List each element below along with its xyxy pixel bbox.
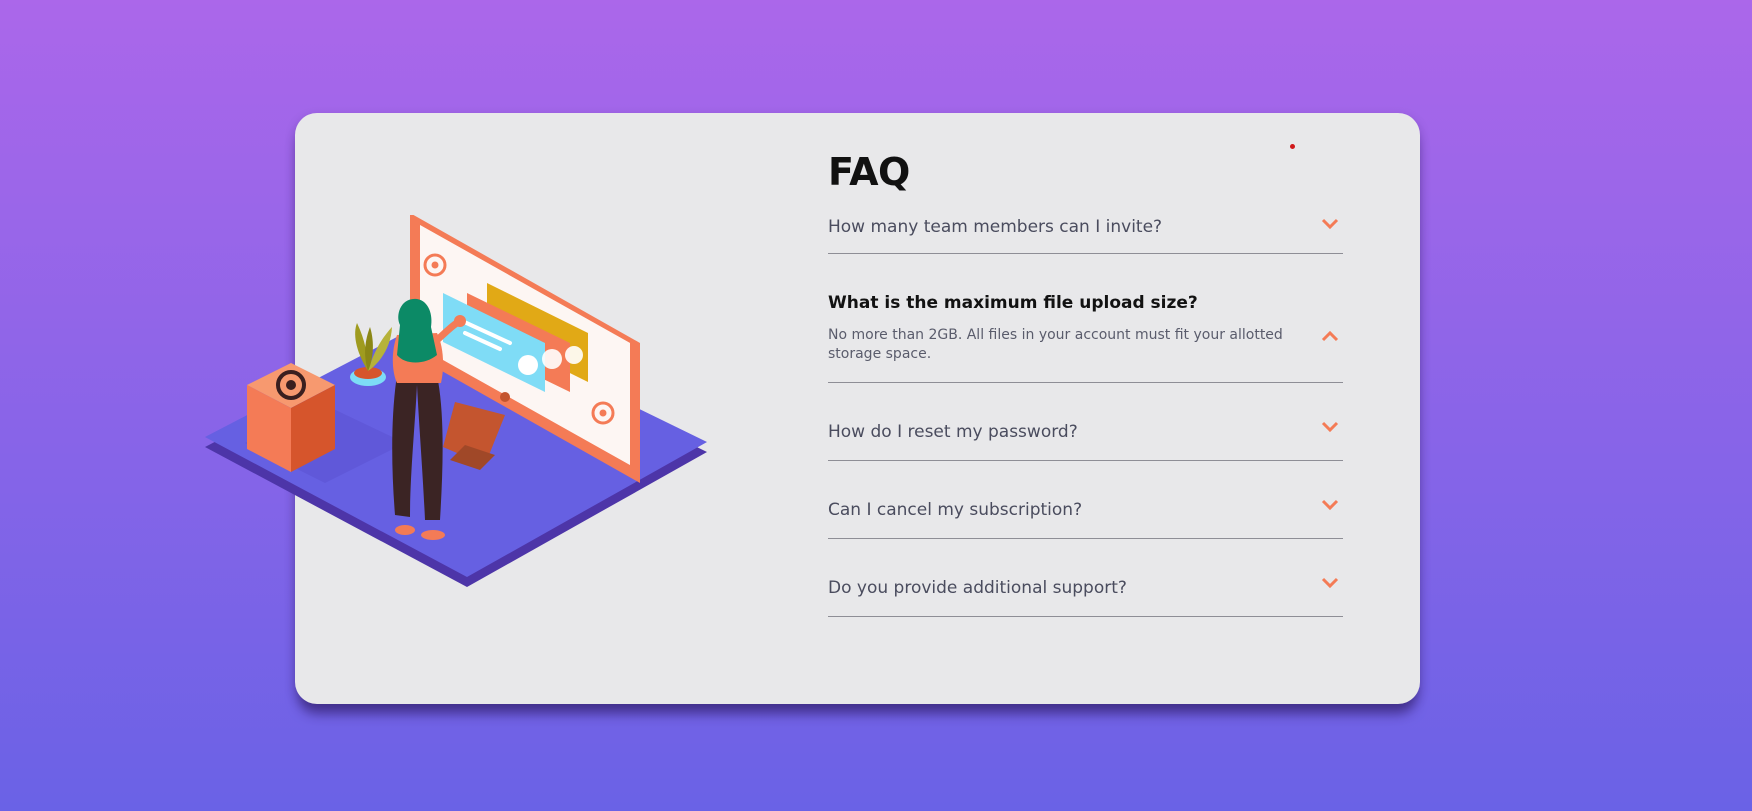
faq-question[interactable]: How do I reset my password? xyxy=(828,421,1343,443)
page-title: FAQ xyxy=(828,150,910,194)
faq-answer: No more than 2GB. All files in your acco… xyxy=(828,327,1283,362)
notification-dot xyxy=(1290,144,1295,149)
chevron-down-icon[interactable] xyxy=(1321,218,1339,230)
faq-question[interactable]: Can I cancel my subscription? xyxy=(828,499,1343,521)
woman-online-illustration xyxy=(205,215,707,587)
chevron-up-icon[interactable] xyxy=(1321,330,1339,342)
faq-item-cancel-subscription[interactable]: Can I cancel my subscription? xyxy=(828,499,1343,539)
chevron-down-icon[interactable] xyxy=(1321,577,1339,589)
faq-question[interactable]: Do you provide additional support? xyxy=(828,577,1343,599)
faq-section: FAQ How many team members can I invite? … xyxy=(828,150,1343,617)
faq-item-upload-size[interactable]: What is the maximum file upload size? No… xyxy=(828,292,1343,383)
faq-item-reset-password[interactable]: How do I reset my password? xyxy=(828,421,1343,461)
chevron-down-icon[interactable] xyxy=(1321,421,1339,433)
chevron-down-icon[interactable] xyxy=(1321,499,1339,511)
faq-item-team-members[interactable]: How many team members can I invite? xyxy=(828,216,1343,254)
faq-question[interactable]: What is the maximum file upload size? xyxy=(828,292,1343,314)
faq-question[interactable]: How many team members can I invite? xyxy=(828,216,1343,238)
faq-item-additional-support[interactable]: Do you provide additional support? xyxy=(828,577,1343,617)
